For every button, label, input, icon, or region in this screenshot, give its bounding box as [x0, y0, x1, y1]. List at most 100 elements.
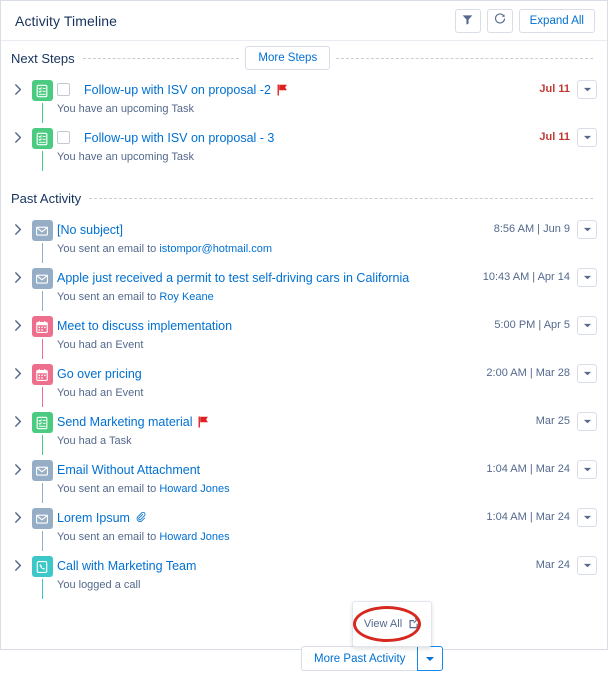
- timeline-item-subject-link[interactable]: Meet to discuss implementation: [57, 319, 232, 333]
- timeline-item-meta: Mar 24: [536, 551, 607, 599]
- timeline-item-body: Follow-up with ISV on proposal - 3 You ha…: [57, 123, 539, 171]
- more-steps-button[interactable]: More Steps: [245, 46, 331, 70]
- timeline-item-date: Mar 24: [535, 559, 570, 571]
- expand-chevron-icon[interactable]: [9, 311, 27, 359]
- description-text: You had an Event: [57, 339, 144, 351]
- section-label-past-activity: Past Activity: [11, 190, 82, 206]
- view-all-popover: View All: [352, 601, 432, 647]
- row-actions-dropdown[interactable]: [577, 460, 597, 479]
- email-icon[interactable]: [31, 460, 53, 481]
- calendar-icon[interactable]: [31, 364, 53, 385]
- description-recipient-link[interactable]: Howard Jones: [159, 531, 229, 543]
- task-icon[interactable]: [31, 128, 53, 149]
- timeline-rail: [27, 503, 57, 551]
- description-text: You have an upcoming Task: [57, 151, 194, 163]
- timeline-item-description: You have an upcoming Task: [57, 151, 531, 163]
- timeline-item-description: You have an upcoming Task: [57, 103, 531, 115]
- card-header: Activity Timeline Expand All: [1, 1, 607, 41]
- task-complete-checkbox[interactable]: [57, 83, 70, 96]
- section-divider-right: [336, 57, 593, 59]
- timeline-item-subject-link[interactable]: Send Marketing material: [57, 415, 192, 429]
- expand-chevron-icon[interactable]: [9, 407, 27, 455]
- timeline-connector: [41, 243, 43, 263]
- timeline-item-subject-link[interactable]: Go over pricing: [57, 367, 142, 381]
- timeline-rail: [27, 359, 57, 407]
- timeline-item-subject-row: Follow-up with ISV on proposal - 3: [57, 128, 531, 147]
- timeline-item-date: 10:43 AM | Apr 14: [482, 271, 570, 283]
- expand-chevron-icon[interactable]: [9, 215, 27, 263]
- timeline-item: [No subject] You sent an email to istompo…: [1, 215, 607, 263]
- row-actions-dropdown[interactable]: [577, 508, 597, 527]
- past-activity-list: [No subject] You sent an email to istompo…: [1, 215, 607, 599]
- timeline-rail: [27, 455, 57, 503]
- calendar-icon[interactable]: [31, 316, 53, 337]
- task-icon[interactable]: [31, 412, 53, 433]
- timeline-rail: [27, 75, 57, 123]
- timeline-item-date: 1:04 AM | Mar 24: [486, 511, 570, 523]
- row-actions-dropdown[interactable]: [577, 316, 597, 335]
- timeline-connector: [41, 579, 43, 599]
- row-actions-dropdown[interactable]: [577, 556, 597, 575]
- timeline-item-description: You sent an email to Howard Jones: [57, 531, 478, 543]
- expand-chevron-icon[interactable]: [9, 455, 27, 503]
- timeline-item: Follow-up with ISV on proposal - 3 You ha…: [1, 123, 607, 171]
- timeline-connector: [41, 387, 43, 407]
- timeline-item-subject-link[interactable]: Follow-up with ISV on proposal - 3: [84, 131, 274, 145]
- timeline-item-subject-link[interactable]: [No subject]: [57, 223, 123, 237]
- expand-chevron-icon[interactable]: [9, 359, 27, 407]
- timeline-item-subject-row: Call with Marketing Team: [57, 556, 528, 575]
- expand-all-button[interactable]: Expand All: [518, 8, 595, 33]
- timeline-item-subject-link[interactable]: Call with Marketing Team: [57, 559, 196, 573]
- row-actions-dropdown[interactable]: [577, 412, 597, 431]
- timeline-rail: [27, 407, 57, 455]
- timeline-item-subject-row: Follow-up with ISV on proposal -2: [57, 80, 531, 99]
- description-text: You had a Task: [57, 435, 132, 447]
- row-actions-dropdown[interactable]: [577, 128, 597, 147]
- filter-button[interactable]: [454, 8, 481, 33]
- timeline-item-subject-row: Apple just received a permit to test sel…: [57, 268, 475, 287]
- timeline-item-subject-row: Email Without Attachment: [57, 460, 478, 479]
- row-actions-dropdown[interactable]: [577, 364, 597, 383]
- timeline-item-subject-link[interactable]: Follow-up with ISV on proposal -2: [84, 83, 271, 97]
- timeline-item: Call with Marketing Team You logged a cal…: [1, 551, 607, 599]
- timeline-item-meta: Jul 11: [539, 75, 607, 123]
- task-icon[interactable]: [31, 80, 53, 101]
- description-recipient-link[interactable]: Howard Jones: [159, 483, 229, 495]
- row-actions-dropdown[interactable]: [577, 268, 597, 287]
- timeline-item-date: Jul 11: [539, 131, 570, 143]
- timeline-item-subject-link[interactable]: Email Without Attachment: [57, 463, 200, 477]
- email-icon[interactable]: [31, 508, 53, 529]
- row-actions-dropdown[interactable]: [577, 220, 597, 239]
- email-icon[interactable]: [31, 268, 53, 289]
- timeline-item-description: You logged a call: [57, 579, 528, 591]
- timeline-item-meta: Mar 25: [536, 407, 607, 455]
- refresh-button[interactable]: [486, 8, 513, 33]
- timeline-item-subject-link[interactable]: Lorem Ipsum: [57, 511, 130, 525]
- description-recipient-link[interactable]: Roy Keane: [159, 291, 213, 303]
- timeline-connector: [41, 531, 43, 551]
- external-link-icon[interactable]: [408, 617, 420, 632]
- timeline-item-subject-row: Go over pricing: [57, 364, 478, 383]
- section-label-next-steps: Next Steps: [11, 50, 75, 66]
- timeline-item-date: 5:00 PM | Apr 5: [494, 319, 570, 331]
- timeline-rail: [27, 215, 57, 263]
- expand-chevron-icon[interactable]: [9, 503, 27, 551]
- expand-chevron-icon[interactable]: [9, 263, 27, 311]
- expand-chevron-icon[interactable]: [9, 75, 27, 123]
- description-text: You have an upcoming Task: [57, 103, 194, 115]
- email-icon[interactable]: [31, 220, 53, 241]
- filter-icon: [462, 14, 473, 28]
- flag-icon: [198, 416, 209, 428]
- row-actions-dropdown[interactable]: [577, 80, 597, 99]
- phone-icon[interactable]: [31, 556, 53, 577]
- description-recipient-link[interactable]: istompor@hotmail.com: [159, 243, 272, 255]
- timeline-item: Go over pricing You had an Event 2:00 AM |…: [1, 359, 607, 407]
- expand-chevron-icon[interactable]: [9, 551, 27, 599]
- timeline-item-body: Call with Marketing Team You logged a cal…: [57, 551, 536, 599]
- task-complete-checkbox[interactable]: [57, 131, 70, 144]
- timeline-connector: [41, 103, 43, 123]
- timeline-item-subject-row: Lorem Ipsum: [57, 508, 478, 527]
- expand-chevron-icon[interactable]: [9, 123, 27, 171]
- timeline-item-subject-link[interactable]: Apple just received a permit to test sel…: [57, 271, 409, 285]
- view-all-link[interactable]: View All: [364, 618, 402, 630]
